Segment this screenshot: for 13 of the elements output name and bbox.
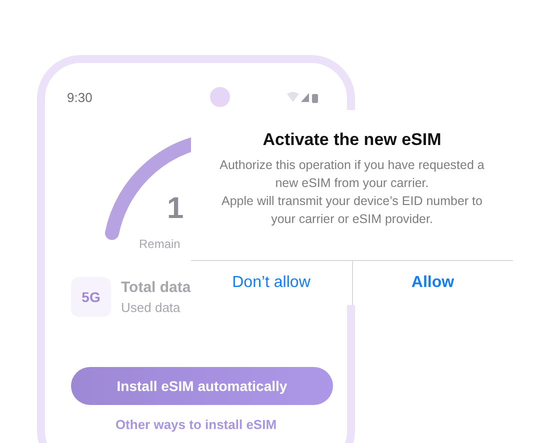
other-ways-link[interactable]: Other ways to install eSIM (115, 417, 277, 432)
install-button[interactable]: Install eSIM automatically (71, 367, 333, 405)
card-title: Total data (121, 279, 191, 296)
gauge-value: 1 (167, 192, 184, 226)
camera-icon (210, 87, 230, 107)
dialog-message: Apple will transmit your device’s EID number to your carrier or eSIM provider. (220, 193, 484, 228)
status-time: 9:30 (67, 90, 92, 104)
dialog-message: Authorize this operation if you have requested a new eSIM from your carrier. (218, 157, 486, 192)
gauge-label: Remain (139, 237, 180, 251)
card-subtitle: Used data (121, 300, 182, 315)
network-badge: 5G (71, 277, 111, 317)
dialog-title: Activate the new eSIM (262, 130, 442, 150)
status-icons (287, 91, 319, 103)
